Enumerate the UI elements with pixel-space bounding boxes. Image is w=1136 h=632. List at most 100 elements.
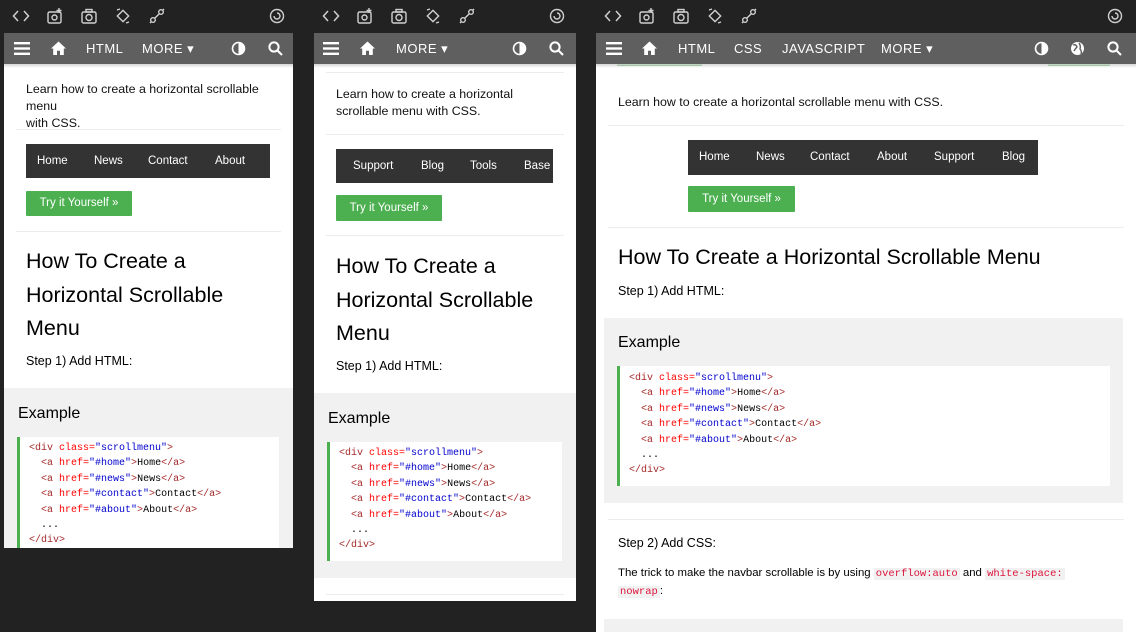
topnav-shadow — [314, 64, 576, 68]
code-line: <div class="scrollmenu"> — [339, 446, 483, 461]
topnav: HTML CSS JAVASCRIPT MORE ▾ — [596, 33, 1136, 64]
code-line: <a href="#home">Home</a> — [641, 386, 785, 401]
code-token: <div — [29, 443, 60, 454]
code-token: </a> — [483, 509, 508, 521]
heading-line: Horizontal Scrollable — [336, 287, 534, 312]
link-icon[interactable] — [458, 7, 476, 25]
demo-link-home[interactable]: Home — [699, 140, 730, 175]
code-token: "#home" — [399, 463, 442, 475]
demo-link-about[interactable]: About — [215, 144, 245, 178]
code-token: href= — [659, 434, 690, 446]
demo-link-about[interactable]: About — [877, 140, 907, 175]
screenshot-icon[interactable] — [638, 7, 656, 25]
demo-link-contact[interactable]: Contact — [148, 144, 188, 178]
code-token: "#home" — [689, 388, 732, 400]
code-token: href= — [369, 509, 400, 521]
code-token: "scrollmenu" — [405, 448, 478, 459]
camera-icon[interactable] — [672, 7, 690, 25]
settings-circle-icon[interactable] — [548, 7, 566, 25]
code-view-icon[interactable] — [12, 7, 30, 25]
code-token: <a — [41, 473, 60, 485]
camera-icon[interactable] — [390, 7, 408, 25]
code-line: <a href="#contact">Contact</a> — [351, 492, 531, 507]
demo-link-home[interactable]: Home — [37, 144, 68, 178]
link-icon[interactable] — [148, 7, 166, 25]
code-token: "scrollmenu" — [95, 443, 168, 454]
camera-icon[interactable] — [80, 7, 98, 25]
nav-more[interactable]: MORE ▾ — [396, 33, 448, 64]
example-box: Example <div class="scrollmenu"> <a href… — [604, 318, 1123, 503]
code-token: href= — [59, 458, 90, 470]
scrollmenu-demo[interactable]: Support Blog Tools Base — [336, 149, 553, 183]
code-token: <a — [351, 463, 370, 475]
code-token: href= — [59, 489, 90, 501]
code-token: About — [453, 509, 484, 521]
code-line: ... — [41, 518, 59, 533]
topnav-shadow — [596, 64, 1136, 68]
rotate-icon[interactable] — [424, 7, 442, 25]
scrollmenu-demo[interactable]: Home News Contact About Support Blog — [688, 140, 1038, 175]
code-token: class= — [59, 443, 96, 454]
code-token: </a> — [761, 403, 786, 415]
code-block: <div class="scrollmenu"> <a href= "#home"… — [327, 442, 562, 561]
code-view-icon[interactable] — [322, 7, 340, 25]
screenshot-icon[interactable] — [46, 7, 64, 25]
try-it-button[interactable]: Try it Yourself » — [26, 191, 132, 216]
settings-circle-icon[interactable] — [1106, 7, 1124, 25]
example-title: Example — [618, 334, 681, 351]
settings-circle-icon[interactable] — [268, 7, 286, 25]
code-token: <a — [41, 504, 60, 516]
demo-link-blog[interactable]: Blog — [421, 149, 444, 183]
code-token: "#about" — [689, 434, 738, 446]
code-line: <div class="scrollmenu"> — [629, 371, 773, 386]
example-box: Example <div class="scrollmenu"> <a href… — [4, 388, 293, 548]
code-line: <a href="#news">News</a> — [351, 477, 495, 492]
intro-text: Learn how to create a horizontal scrolla… — [26, 81, 281, 132]
code-token: </a> — [471, 478, 496, 490]
code-token: "#about" — [89, 504, 138, 516]
code-line: <a href="#news">News</a> — [41, 472, 185, 487]
code-token: class= — [369, 448, 406, 459]
demo-link-support[interactable]: Support — [934, 140, 974, 175]
code-token: ... — [41, 520, 60, 531]
viewport-medium: MORE ▾ Learn how to create a horizontal … — [314, 33, 576, 601]
code-token: </a> — [797, 419, 822, 431]
link-icon[interactable] — [740, 7, 758, 25]
nav-javascript[interactable]: JAVASCRIPT — [782, 33, 865, 64]
demo-link-base[interactable]: Base — [524, 149, 550, 183]
try-it-button[interactable]: Try it Yourself » — [336, 195, 442, 221]
step2-label: Step 2) Add CSS: — [618, 536, 716, 550]
code-view-icon[interactable] — [604, 7, 622, 25]
try-it-button[interactable]: Try it Yourself » — [688, 186, 795, 212]
code-token: Contact — [155, 489, 198, 501]
demo-link-news[interactable]: News — [756, 140, 785, 175]
screenshot-icon[interactable] — [356, 7, 374, 25]
nav-more[interactable]: MORE ▾ — [881, 33, 933, 64]
code-token: <a — [41, 489, 60, 501]
demo-link-tools[interactable]: Tools — [470, 149, 497, 183]
scrollmenu-demo[interactable]: Home News Contact About — [26, 144, 270, 178]
code-line: <a href="#about">About</a> — [41, 503, 197, 518]
rotate-icon[interactable] — [114, 7, 132, 25]
nav-css[interactable]: CSS — [734, 33, 762, 64]
nav-html[interactable]: HTML — [678, 33, 715, 64]
code-line: ... — [351, 523, 369, 538]
code-token: </div> — [29, 535, 66, 547]
code-token: About — [743, 434, 774, 446]
topnav: MORE ▾ — [314, 33, 576, 64]
code-token: "#news" — [89, 473, 132, 485]
code-line: <a href="#contact">Contact</a> — [41, 487, 221, 502]
rotate-icon[interactable] — [706, 7, 724, 25]
demo-link-contact[interactable]: Contact — [810, 140, 850, 175]
divider — [608, 227, 1124, 228]
page-heading: How To Create a Horizontal Scrollable Me… — [26, 245, 286, 346]
demo-link-support[interactable]: Support — [353, 149, 393, 183]
inline-code: overflow:auto — [873, 568, 960, 580]
demo-link-blog[interactable]: Blog — [1002, 140, 1025, 175]
nav-html[interactable]: HTML — [86, 33, 123, 64]
heading-line: Horizontal Scrollable — [26, 282, 224, 307]
nav-more[interactable]: MORE ▾ — [142, 33, 194, 64]
example-title: Example — [18, 405, 81, 422]
device-toolbar — [314, 0, 576, 33]
demo-link-news[interactable]: News — [94, 144, 123, 178]
